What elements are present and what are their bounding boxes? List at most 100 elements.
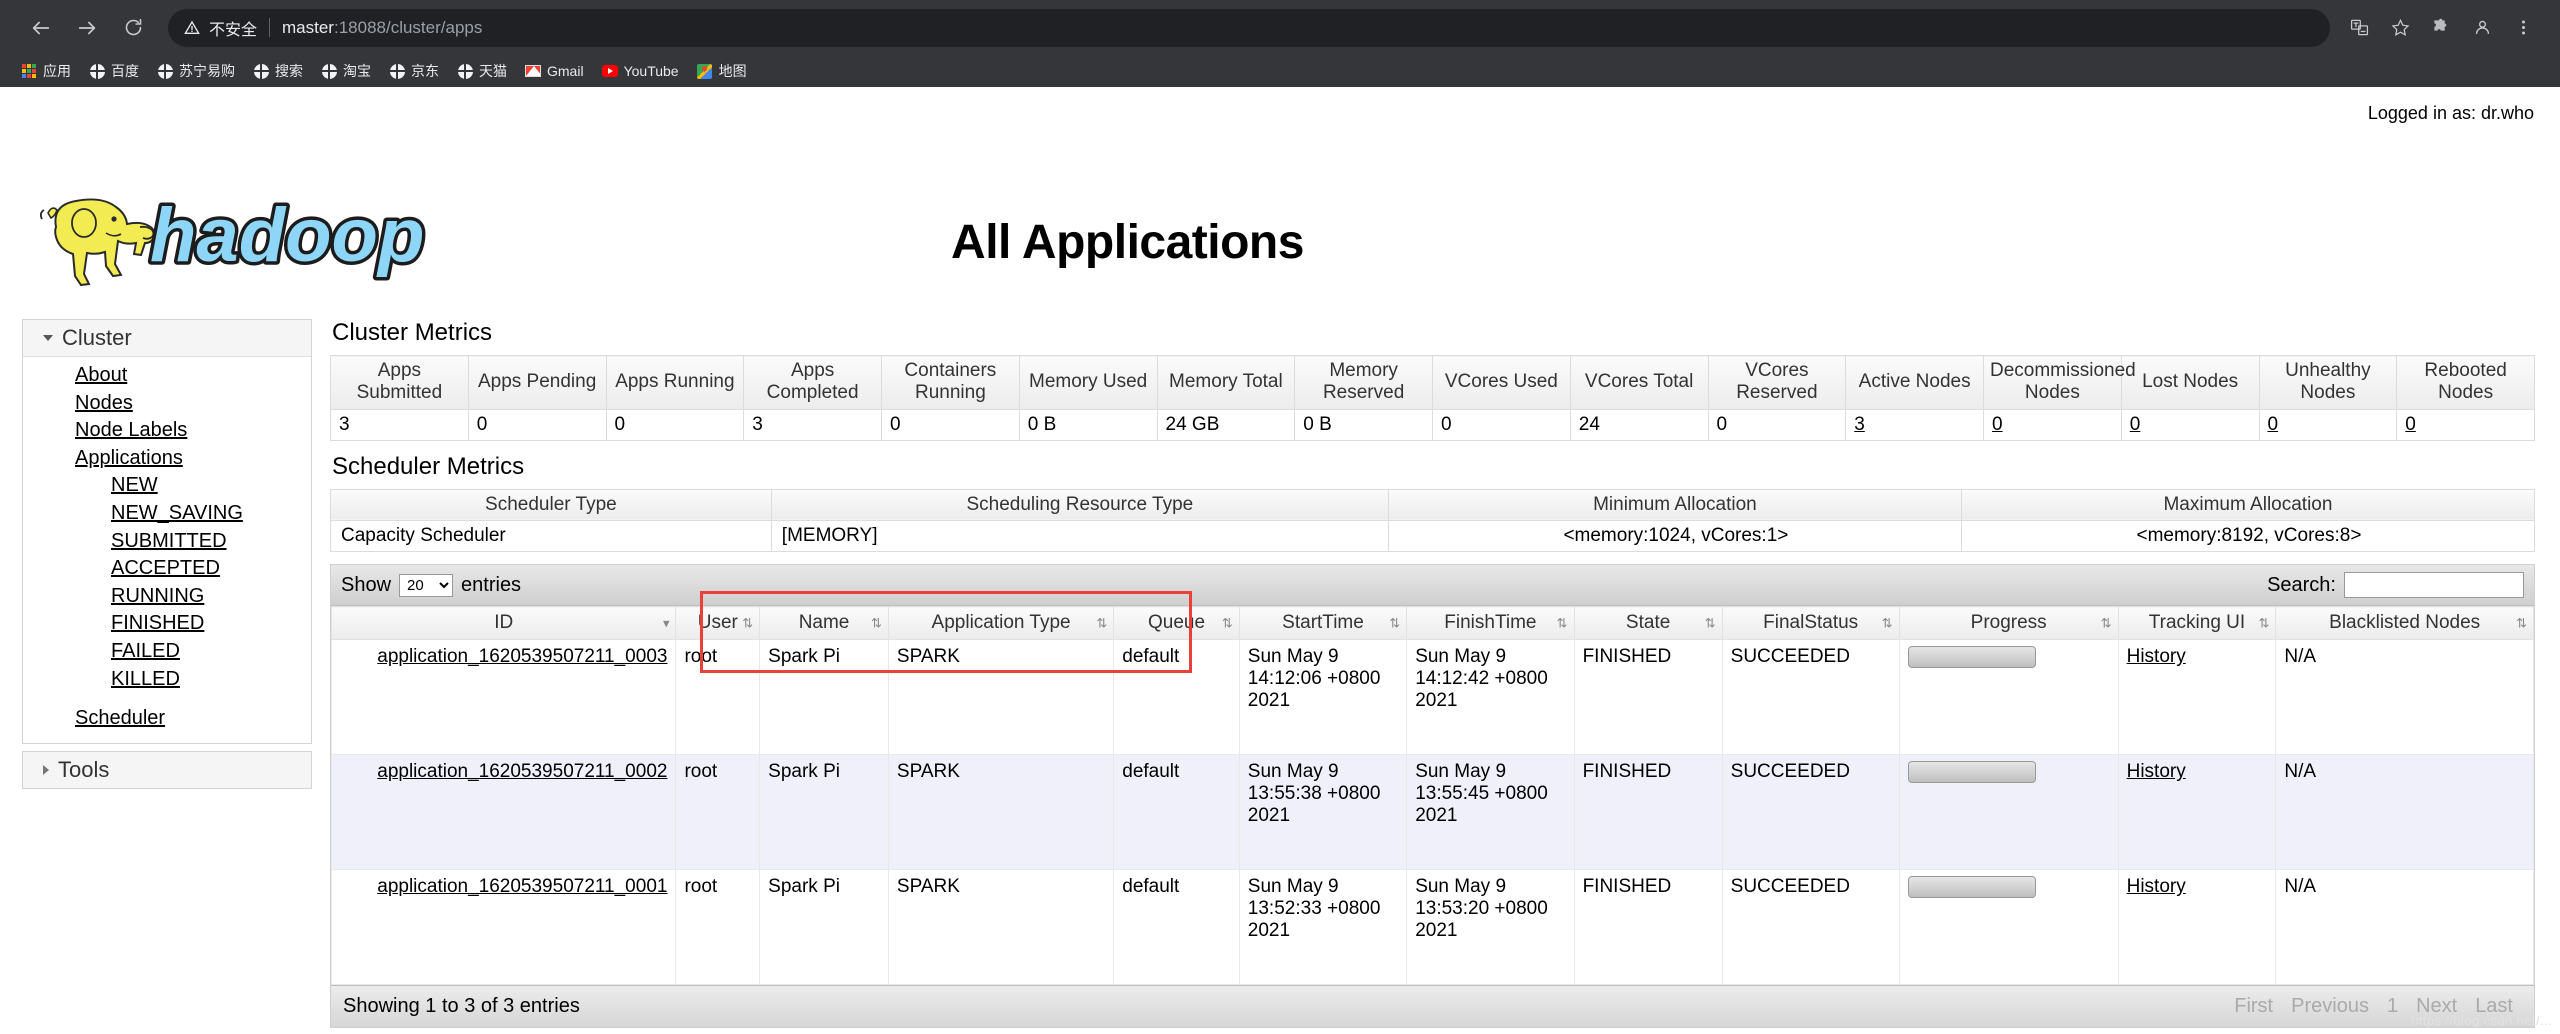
url-text: master:18088/cluster/apps bbox=[282, 18, 482, 38]
history-link[interactable]: History bbox=[2127, 646, 2186, 667]
search-label: Search: bbox=[2267, 573, 2336, 596]
history-link[interactable]: History bbox=[2127, 761, 2186, 782]
col-blacklisted-nodes[interactable]: Blacklisted Nodes ⇅ bbox=[2275, 606, 2534, 641]
bookmark-youtube[interactable]: YouTube bbox=[593, 60, 688, 82]
page-previous-button[interactable]: Previous bbox=[2282, 995, 2378, 1018]
sidebar-tools-label: Tools bbox=[58, 756, 110, 782]
page-number-1[interactable]: 1 bbox=[2378, 995, 2407, 1018]
cell-blacklisted-nodes: N/A bbox=[2275, 869, 2534, 986]
sidebar-item-scheduler[interactable]: Scheduler bbox=[23, 705, 311, 733]
unhealthy-nodes-link[interactable]: 0 bbox=[2268, 414, 2279, 435]
bookmark-maps[interactable]: 地图 bbox=[688, 58, 756, 84]
bookmark-baidu[interactable]: 百度 bbox=[80, 58, 148, 84]
col-tracking-ui[interactable]: Tracking UI ⇅ bbox=[2117, 606, 2277, 641]
bookmark-apps[interactable]: 应用 bbox=[12, 58, 80, 84]
cell-tracking-ui[interactable]: History bbox=[2117, 869, 2277, 986]
sidebar-item-new[interactable]: NEW bbox=[23, 472, 311, 500]
col-active-nodes: Active Nodes bbox=[1845, 355, 1984, 410]
col-name[interactable]: Name ⇅ bbox=[759, 606, 889, 641]
col-application-type[interactable]: Application Type ⇅ bbox=[887, 606, 1115, 641]
profile-icon[interactable] bbox=[2463, 9, 2501, 47]
sidebar-item-finished[interactable]: FINISHED bbox=[23, 610, 311, 638]
cell-application-type: SPARK bbox=[887, 869, 1115, 986]
sidebar-item-applications[interactable]: Applications bbox=[23, 445, 311, 473]
show-label: Show bbox=[341, 573, 392, 596]
active-nodes-link[interactable]: 3 bbox=[1854, 414, 1865, 435]
lost-nodes-link[interactable]: 0 bbox=[2130, 414, 2141, 435]
bookmark-tmall[interactable]: 天猫 bbox=[448, 58, 516, 84]
col-maximum-allocation: Maximum Allocation bbox=[1960, 488, 2536, 522]
sidebar-item-node-labels[interactable]: Node Labels bbox=[23, 417, 311, 445]
sidebar-item-submitted[interactable]: SUBMITTED bbox=[23, 528, 311, 556]
cell-id[interactable]: application_1620539507211_0003 bbox=[330, 639, 677, 756]
col-finalstatus[interactable]: FinalStatus ⇅ bbox=[1721, 606, 1900, 641]
bookmark-suning[interactable]: 苏宁易购 bbox=[148, 58, 244, 84]
table-row[interactable]: application_1620539507211_0002 root Spar… bbox=[330, 754, 2534, 871]
translate-icon[interactable] bbox=[2340, 9, 2378, 47]
cell-id[interactable]: application_1620539507211_0001 bbox=[330, 869, 677, 986]
sidebar-tools-header[interactable]: Tools bbox=[23, 751, 311, 788]
col-starttime[interactable]: StartTime ⇅ bbox=[1238, 606, 1408, 641]
bookmark-label: 淘宝 bbox=[343, 63, 371, 79]
cell-id[interactable]: application_1620539507211_0002 bbox=[330, 754, 677, 871]
reload-icon[interactable] bbox=[110, 5, 156, 51]
cell-tracking-ui[interactable]: History bbox=[2117, 639, 2277, 756]
col-finishtime[interactable]: FinishTime ⇅ bbox=[1406, 606, 1575, 641]
youtube-icon bbox=[601, 63, 618, 79]
decommissioned-nodes-link[interactable]: 0 bbox=[1992, 414, 2003, 435]
sidebar-item-accepted[interactable]: ACCEPTED bbox=[23, 555, 311, 583]
bookmark-label: 百度 bbox=[111, 63, 139, 79]
val-maximum-allocation: <memory:8192, vCores:8> bbox=[1960, 520, 2536, 553]
col-user-label: User bbox=[697, 612, 738, 634]
val-decommissioned-nodes[interactable]: 0 bbox=[1983, 409, 2122, 441]
sidebar-item-about[interactable]: About bbox=[23, 362, 311, 390]
col-queue[interactable]: Queue ⇅ bbox=[1113, 606, 1240, 641]
globe-icon bbox=[157, 63, 173, 79]
col-id-label: ID bbox=[494, 612, 514, 634]
history-link[interactable]: History bbox=[2127, 876, 2186, 897]
sidebar-tools-section[interactable]: Tools bbox=[22, 750, 312, 789]
col-containers-running: Containers Running bbox=[881, 355, 1020, 410]
val-unhealthy-nodes[interactable]: 0 bbox=[2258, 409, 2398, 441]
table-row[interactable]: application_1620539507211_0001 root Spar… bbox=[330, 869, 2534, 986]
sidebar-item-killed[interactable]: KILLED bbox=[23, 666, 311, 694]
val-rebooted-nodes[interactable]: 0 bbox=[2396, 409, 2535, 441]
table-row[interactable]: application_1620539507211_0003 root Spar… bbox=[330, 639, 2534, 756]
col-unhealthy-nodes: Unhealthy Nodes bbox=[2258, 355, 2398, 410]
sidebar-item-nodes[interactable]: Nodes bbox=[23, 390, 311, 418]
val-vcores-total: 24 bbox=[1569, 409, 1709, 441]
sidebar-item-failed[interactable]: FAILED bbox=[23, 638, 311, 666]
bookmark-search[interactable]: 搜索 bbox=[244, 58, 312, 84]
three-dot-menu-icon[interactable] bbox=[2504, 9, 2542, 47]
cell-state: FINISHED bbox=[1573, 869, 1723, 986]
forward-arrow-icon[interactable] bbox=[64, 5, 110, 51]
val-active-nodes[interactable]: 3 bbox=[1845, 409, 1984, 441]
col-state[interactable]: State ⇅ bbox=[1573, 606, 1723, 641]
back-arrow-icon[interactable] bbox=[18, 5, 64, 51]
cell-tracking-ui[interactable]: History bbox=[2117, 754, 2277, 871]
puzzle-icon[interactable] bbox=[2422, 9, 2460, 47]
application-id-link[interactable]: application_1620539507211_0003 bbox=[377, 646, 667, 667]
col-progress[interactable]: Progress ⇅ bbox=[1898, 606, 2119, 641]
star-icon[interactable] bbox=[2381, 9, 2419, 47]
sidebar-item-running[interactable]: RUNNING bbox=[23, 583, 311, 611]
search-input[interactable] bbox=[2344, 572, 2524, 599]
bookmark-gmail[interactable]: Gmail bbox=[516, 60, 593, 82]
application-id-link[interactable]: application_1620539507211_0001 bbox=[377, 876, 667, 897]
val-lost-nodes[interactable]: 0 bbox=[2120, 409, 2260, 441]
entries-length-select[interactable]: 2050100 bbox=[399, 573, 454, 597]
page-first-button[interactable]: First bbox=[2225, 995, 2282, 1018]
bookmark-jd[interactable]: 京东 bbox=[380, 58, 448, 84]
length-control: Show 2050100 entries bbox=[341, 573, 521, 597]
sidebar-cluster-header[interactable]: Cluster bbox=[23, 320, 311, 357]
application-id-link[interactable]: application_1620539507211_0002 bbox=[377, 761, 667, 782]
address-bar[interactable]: 不安全 master:18088/cluster/apps bbox=[168, 8, 2330, 47]
sidebar-item-new-saving[interactable]: NEW_SAVING bbox=[23, 500, 311, 528]
col-memory-total: Memory Total bbox=[1156, 355, 1296, 410]
val-memory-reserved: 0 B bbox=[1294, 409, 1433, 441]
col-user[interactable]: User ⇅ bbox=[675, 606, 761, 641]
rebooted-nodes-link[interactable]: 0 bbox=[2405, 414, 2416, 435]
cluster-metrics-header-row: Apps Submitted Apps Pending Apps Running… bbox=[330, 355, 2535, 410]
col-id[interactable]: ID ▾ bbox=[330, 606, 677, 641]
bookmark-taobao[interactable]: 淘宝 bbox=[312, 58, 380, 84]
